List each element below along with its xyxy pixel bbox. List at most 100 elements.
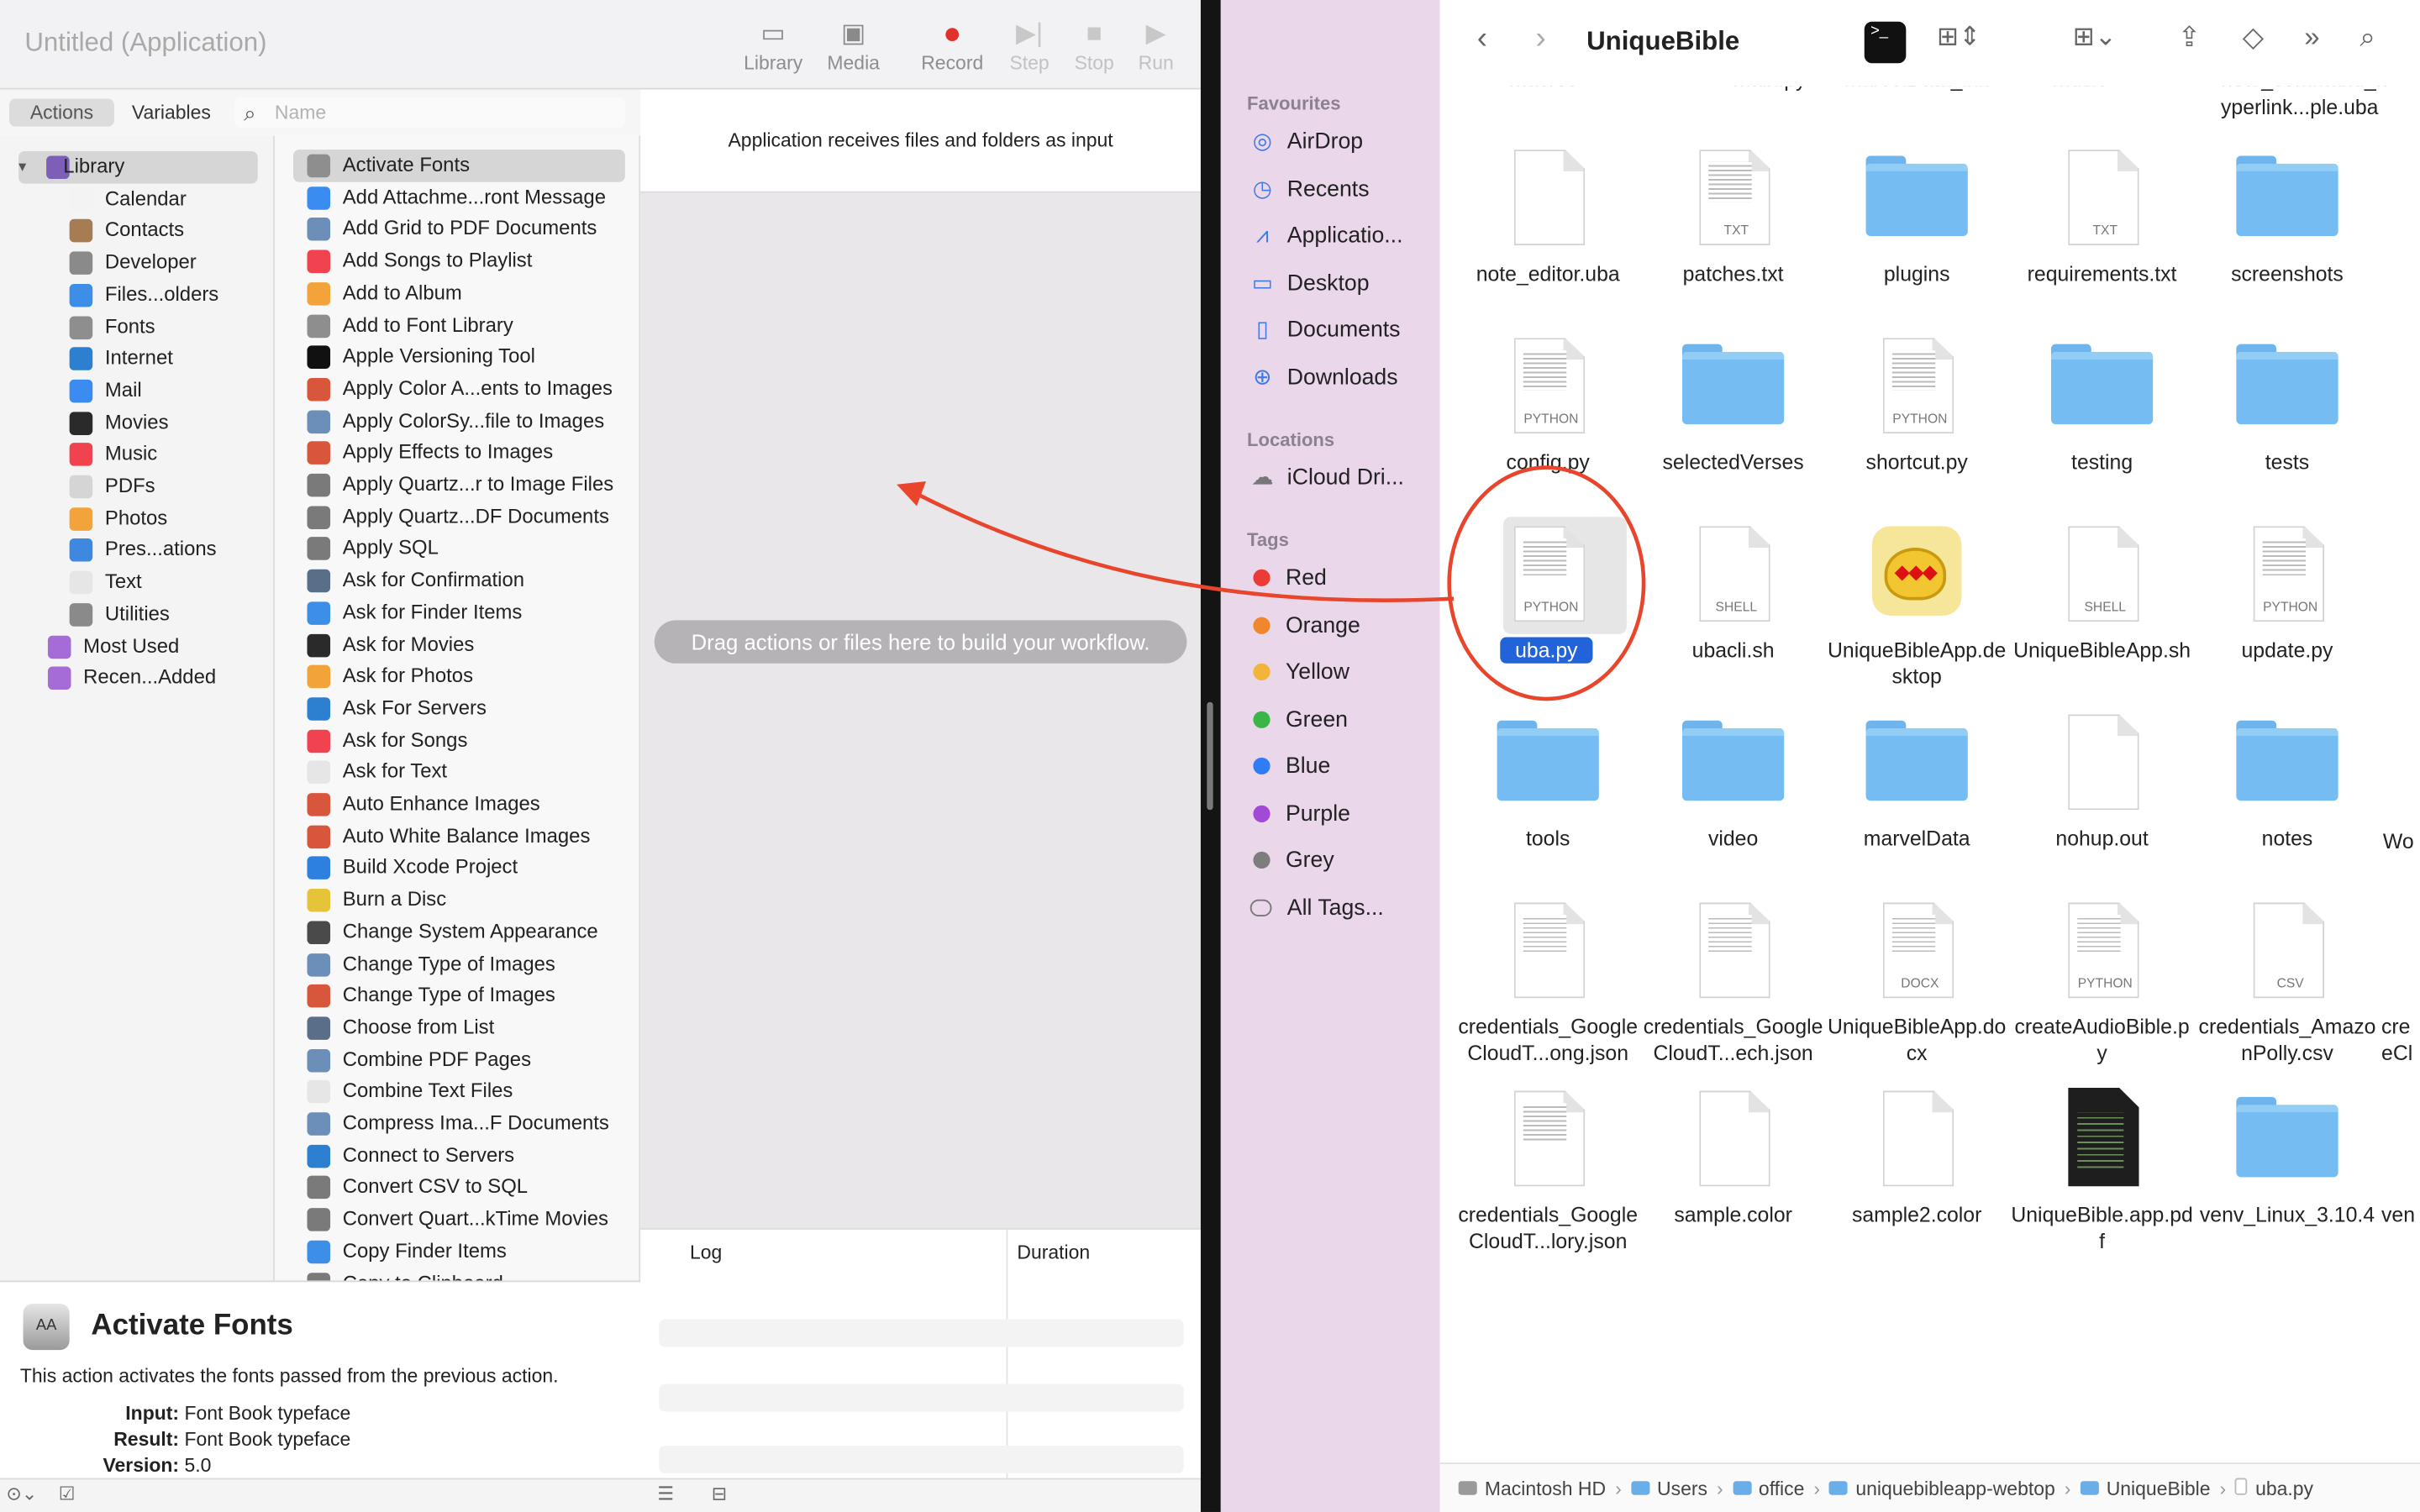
action-menu-icon[interactable]: ⊙⌄: [6, 1483, 37, 1504]
file-item[interactable]: SHELL ubacli.sh: [1642, 514, 1824, 696]
file-item[interactable]: sample.color: [1642, 1079, 1824, 1261]
file-item[interactable]: TXT patches.txt: [1642, 137, 1824, 319]
file-item[interactable]: DOCX UniqueBibleApp.docx: [1826, 890, 2008, 1073]
run-button[interactable]: ▶ Run: [1110, 15, 1201, 74]
sidebar-tag[interactable]: Purple: [1247, 795, 1350, 832]
duration-column-header[interactable]: Duration: [1017, 1242, 1090, 1264]
tag-icon[interactable]: ◇: [2243, 22, 2264, 55]
sidebar-item[interactable]: ⩘ Applicatio...: [1247, 218, 1403, 255]
path-segment[interactable]: uba.py: [2235, 1478, 2313, 1499]
path-segment[interactable]: Macintosh HD: [1458, 1478, 1606, 1499]
share-icon[interactable]: ⇪: [2178, 22, 2202, 55]
action-item[interactable]: Choose from List: [293, 1012, 625, 1044]
file-item[interactable]: PYTHON createAudioBible.py: [2011, 890, 2193, 1073]
forward-icon[interactable]: ›: [1536, 22, 1546, 57]
file-item[interactable]: sample2.color: [1826, 1079, 2008, 1261]
file-item[interactable]: credentials_GoogleCloudT...lory.json: [1457, 1079, 1639, 1261]
action-item[interactable]: Apply Quartz...DF Documents: [293, 501, 625, 533]
workflow-area[interactable]: Application receives files and folders a…: [640, 89, 1201, 1229]
action-item[interactable]: Apply ColorSy...file to Images: [293, 405, 625, 437]
file-item[interactable]: PYTHON shortcut.py: [1826, 326, 2008, 508]
list-view-icon[interactable]: ☰: [657, 1483, 674, 1504]
library-item[interactable]: Text: [0, 566, 273, 598]
file-item[interactable]: credentials_GoogleCloudT...ong.json: [1457, 890, 1639, 1073]
sidebar-tag[interactable]: All Tags...: [1247, 890, 1384, 927]
split-view-divider[interactable]: [1200, 0, 1221, 1512]
action-item[interactable]: Add Grid to PDF Documents: [293, 213, 625, 245]
library-item[interactable]: Mail: [0, 375, 273, 407]
folder-item[interactable]: tests: [2196, 326, 2379, 508]
folder-item[interactable]: selectedVerses: [1642, 326, 1824, 508]
action-item[interactable]: Apply Quartz...r to Image Files: [293, 469, 625, 501]
file-item[interactable]: PYTHON config.py: [1457, 326, 1639, 508]
action-item[interactable]: Convert Quart...kTime Movies: [293, 1204, 625, 1236]
action-item[interactable]: Add Songs to Playlist: [293, 245, 625, 277]
action-item[interactable]: Apply SQL: [293, 533, 625, 564]
library-item[interactable]: Contacts: [0, 215, 273, 247]
sidebar-tag[interactable]: Yellow: [1247, 654, 1349, 691]
library-item[interactable]: Photos: [0, 502, 273, 534]
file-item[interactable]: PYTHON uba.py: [1457, 514, 1639, 696]
checkbox-icon[interactable]: ☑: [59, 1483, 76, 1504]
action-item[interactable]: Ask for Songs: [293, 725, 625, 757]
sidebar-tag[interactable]: Orange: [1247, 607, 1360, 644]
action-item[interactable]: Apply Color A...ents to Images: [293, 373, 625, 405]
action-item[interactable]: Auto White Balance Images: [293, 821, 625, 853]
file-item[interactable]: UniqueBible.app.pdf: [2011, 1079, 2193, 1261]
icon-view-icon[interactable]: ⊞⇕: [1937, 22, 1981, 53]
library-item[interactable]: Files...olders: [0, 279, 273, 311]
sidebar-item[interactable]: ▯ Documents: [1247, 312, 1400, 349]
folder-item[interactable]: marvelData: [1826, 702, 2008, 885]
action-item[interactable]: Build Xcode Project: [293, 853, 625, 885]
sidebar-item[interactable]: ⊕ Downloads: [1247, 359, 1397, 396]
action-item[interactable]: Apple Versioning Tool: [293, 341, 625, 373]
sidebar-item[interactable]: ▭ Desktop: [1247, 265, 1370, 302]
library-item[interactable]: Pres...ations: [0, 534, 273, 566]
sidebar-item[interactable]: ☁ iCloud Dri...: [1247, 459, 1404, 496]
library-item[interactable]: Recen...Added: [0, 662, 273, 694]
file-item[interactable]: note_editor.uba: [1457, 137, 1639, 319]
action-item[interactable]: Activate Fonts: [292, 150, 625, 182]
action-item[interactable]: Change Type of Images: [293, 980, 625, 1012]
path-segment[interactable]: uniquebibleapp-webtop: [1829, 1478, 2055, 1499]
library-item[interactable]: Movies: [0, 407, 273, 438]
divider-handle[interactable]: [1207, 701, 1213, 811]
action-item[interactable]: Change System Appearance: [293, 916, 625, 948]
log-column-header[interactable]: Log: [690, 1242, 722, 1264]
action-item[interactable]: Ask for Finder Items: [293, 596, 625, 628]
library-item[interactable]: Calendar: [0, 183, 273, 215]
folder-item[interactable]: venv_Linux_3.10.4: [2196, 1079, 2379, 1261]
file-item[interactable]: TXT requirements.txt: [2011, 137, 2193, 319]
action-item[interactable]: Add to Album: [293, 277, 625, 309]
chevron-down-icon[interactable]: ▾: [18, 153, 26, 184]
folder-item[interactable]: video: [1642, 702, 1824, 885]
action-item[interactable]: Add Attachme...ront Message: [293, 181, 625, 213]
split-view-icon[interactable]: ⊟: [712, 1483, 727, 1504]
action-item[interactable]: Change Type of Images: [293, 948, 625, 980]
path-segment[interactable]: Users: [1630, 1478, 1707, 1499]
library-item[interactable]: Music: [0, 438, 273, 470]
action-item[interactable]: Copy to Clipboard: [293, 1268, 625, 1281]
sidebar-tag[interactable]: Blue: [1247, 748, 1330, 785]
search-icon[interactable]: ⌕: [2360, 22, 2375, 55]
action-item[interactable]: Ask For Servers: [293, 692, 625, 724]
tab-variables[interactable]: Variables: [120, 99, 222, 127]
sidebar-item[interactable]: ◷ Recents: [1247, 171, 1370, 207]
file-item[interactable]: CSV credentials_AmazonPolly.csv: [2196, 890, 2379, 1073]
library-item[interactable]: PDFs: [0, 470, 273, 502]
action-item[interactable]: Combine Text Files: [293, 1076, 625, 1108]
library-item[interactable]: Internet: [0, 343, 273, 375]
action-item[interactable]: Burn a Disc: [293, 885, 625, 916]
action-item[interactable]: Connect to Servers: [293, 1140, 625, 1172]
folder-item[interactable]: screenshots: [2196, 137, 2379, 319]
action-item[interactable]: Apply Effects to Images: [293, 437, 625, 469]
action-item[interactable]: Copy Finder Items: [293, 1236, 625, 1268]
more-icon[interactable]: »: [2304, 22, 2319, 55]
action-item[interactable]: Ask for Text: [293, 757, 625, 789]
path-segment[interactable]: UniqueBible: [2080, 1478, 2211, 1499]
folder-item[interactable]: tools: [1457, 702, 1639, 885]
action-search-input[interactable]: ⌕ Name: [234, 97, 625, 129]
action-item[interactable]: Compress Ima...F Documents: [293, 1108, 625, 1140]
terminal-icon[interactable]: >_: [1864, 21, 1907, 64]
library-item[interactable]: Fonts: [0, 311, 273, 343]
